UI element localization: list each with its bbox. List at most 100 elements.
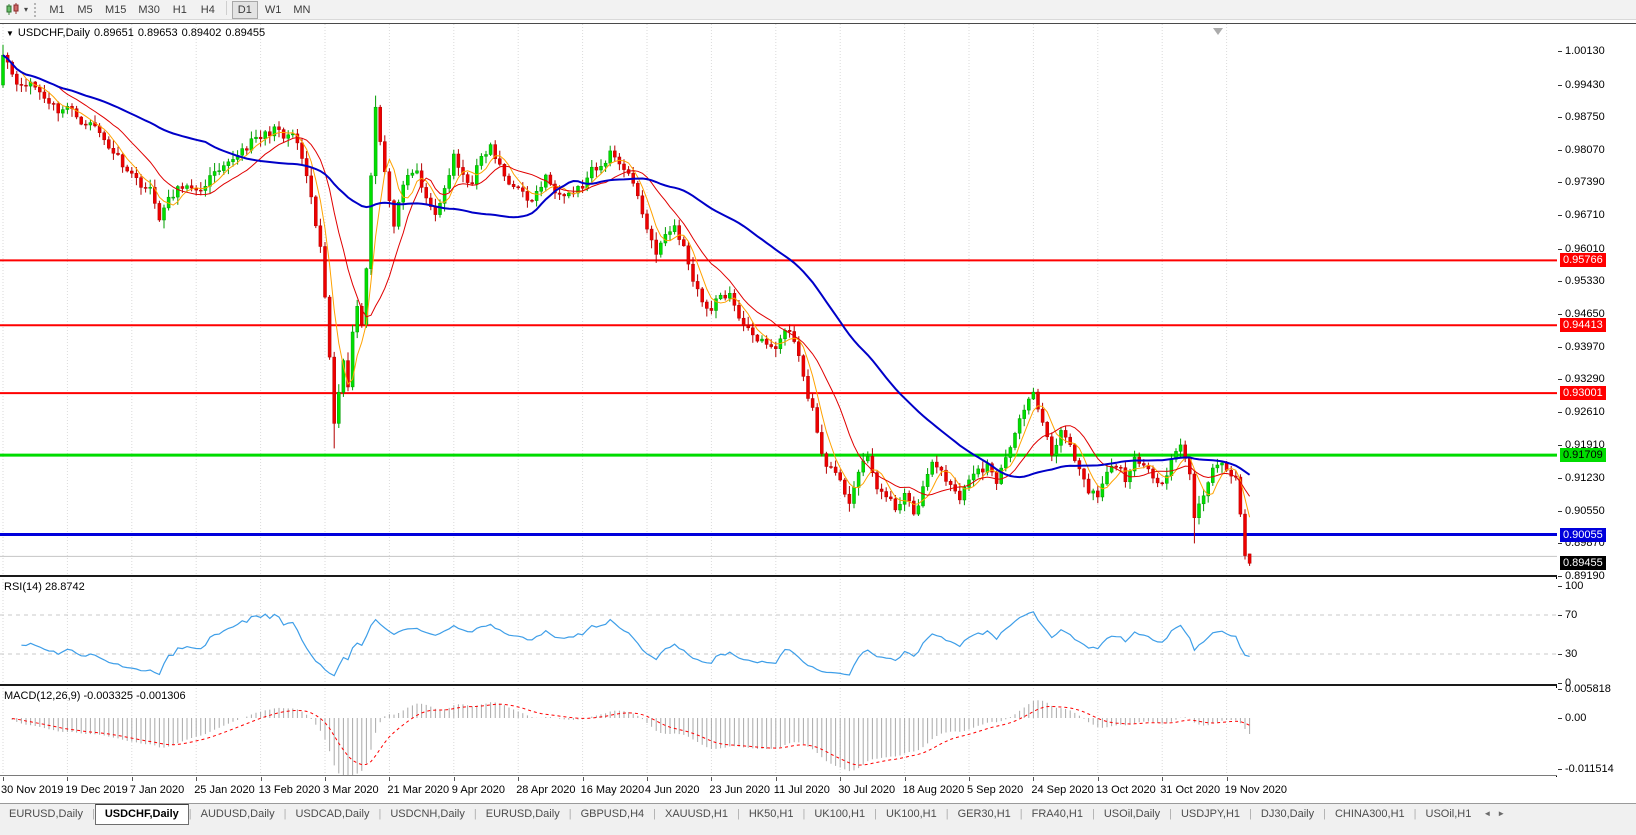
- axis-tick-label: 0.95330: [1565, 275, 1605, 288]
- timeframe-button-M5[interactable]: M5: [72, 1, 98, 19]
- chart-tab-FRA40-H1[interactable]: FRA40,H1: [1023, 805, 1092, 824]
- chart-tab-EURUSD-Daily[interactable]: EURUSD,Daily: [0, 805, 92, 824]
- timeframe-button-H4[interactable]: H4: [195, 1, 221, 19]
- axis-tick-label: 0.97390: [1565, 176, 1605, 189]
- date-label: 4 Jun 2020: [645, 784, 699, 796]
- chevron-down-icon[interactable]: ▾: [24, 5, 28, 14]
- axis-tick-mark: [1558, 117, 1562, 118]
- timeframe-button-H1[interactable]: H1: [167, 1, 193, 19]
- plot-column: ▼USDCHF,Daily0.896510.896530.894020.8945…: [0, 24, 1557, 804]
- axis-tick-label: 1.00130: [1565, 45, 1605, 58]
- axis-tick-mark: [1558, 615, 1562, 616]
- axis-tick-label: 0.005818: [1565, 683, 1611, 696]
- chart-menu-caret-icon[interactable]: ▼: [6, 29, 14, 38]
- timeframe-button-MN[interactable]: MN: [288, 1, 315, 19]
- axis-tick-mark: [1558, 689, 1562, 690]
- price-level-label: 0.95766: [1560, 253, 1606, 267]
- tab-scroll-right-icon[interactable]: ►: [1494, 804, 1508, 818]
- price-scale[interactable]: 1.001300.994300.987500.980700.973900.967…: [1558, 24, 1636, 804]
- timeframe-button-M1[interactable]: M1: [44, 1, 70, 19]
- ohlc-low: 0.89402: [182, 27, 222, 39]
- date-label: 31 Oct 2020: [1160, 784, 1220, 796]
- date-tick-mark: [196, 777, 197, 781]
- date-label: 13 Oct 2020: [1096, 784, 1156, 796]
- date-label: 30 Jul 2020: [838, 784, 895, 796]
- chart-tab-CHINA300-H1[interactable]: CHINA300,H1: [1326, 805, 1414, 824]
- chart-tab-HK50-H1[interactable]: HK50,H1: [740, 805, 803, 824]
- date-label: 7 Jan 2020: [130, 784, 184, 796]
- date-label: 3 Mar 2020: [323, 784, 379, 796]
- axis-tick-mark: [1558, 511, 1562, 512]
- date-tick-mark: [711, 777, 712, 781]
- rsi-indicator-panel: RSI(14) 28.8742: [0, 579, 1557, 686]
- date-tick-mark: [969, 777, 970, 781]
- axis-tick-mark: [1558, 543, 1562, 544]
- ohlc-close: 0.89455: [225, 27, 265, 39]
- time-scale[interactable]: 30 Nov 201919 Dec 20197 Jan 202025 Jan 2…: [0, 777, 1557, 804]
- axis-tick-mark: [1558, 586, 1562, 587]
- chart-shift-marker[interactable]: [1213, 28, 1223, 35]
- timeframe-button-M15[interactable]: M15: [100, 1, 131, 19]
- axis-tick-mark: [1558, 478, 1562, 479]
- axis-tick-mark: [1558, 215, 1562, 216]
- chart-tab-GER30-H1[interactable]: GER30,H1: [949, 805, 1020, 824]
- chart-tab-USDCAD-Daily[interactable]: USDCAD,Daily: [286, 805, 378, 824]
- chart-tab-USDJPY-H1[interactable]: USDJPY,H1: [1172, 805, 1249, 824]
- date-tick-mark: [132, 777, 133, 781]
- chart-tab-USOil-H1[interactable]: USOil,H1: [1417, 805, 1481, 824]
- date-label: 23 Jun 2020: [709, 784, 770, 796]
- date-label: 5 Sep 2020: [967, 784, 1023, 796]
- date-tick-mark: [67, 777, 68, 781]
- axis-tick-label: 30: [1565, 648, 1577, 661]
- date-label: 30 Nov 2019: [1, 784, 63, 796]
- date-tick-mark: [1033, 777, 1034, 781]
- chart-tab-XAUUSD-H1[interactable]: XAUUSD,H1: [656, 805, 737, 824]
- chart-tab-AUDUSD-Daily[interactable]: AUDUSD,Daily: [192, 805, 284, 824]
- chart-tab-USDCNH-Daily[interactable]: USDCNH,Daily: [381, 805, 474, 824]
- macd-label: MACD(12,26,9) -0.003325 -0.001306: [4, 690, 186, 702]
- axis-tick-mark: [1558, 654, 1562, 655]
- date-tick-mark: [1227, 777, 1228, 781]
- axis-tick-mark: [1558, 379, 1562, 380]
- mt4-application: ▾ M1M5M15M30H1H4 D1W1MN ▼ USDCHF,Daily 0.89…: [0, 0, 1636, 835]
- macd-canvas[interactable]: [0, 688, 1557, 776]
- chart-title: ▼USDCHF,Daily0.896510.896530.894020.8945…: [6, 27, 269, 39]
- chart-symbol-label: USDCHF,Daily: [18, 27, 90, 39]
- axis-tick-label: 0.90550: [1565, 505, 1605, 518]
- tab-scroll-left-icon[interactable]: ◄: [1480, 804, 1494, 818]
- axis-tick-label: 0.00: [1565, 712, 1586, 725]
- chart-type-icon[interactable]: [2, 2, 24, 18]
- chart-tab-USDCHF-Daily[interactable]: USDCHF,Daily: [95, 804, 189, 825]
- timeframe-button-D1[interactable]: D1: [232, 1, 258, 19]
- axis-tick-mark: [1558, 412, 1562, 413]
- axis-tick-mark: [1558, 249, 1562, 250]
- axis-tick-mark: [1558, 445, 1562, 446]
- date-label: 19 Dec 2019: [65, 784, 127, 796]
- axis-tick-label: 0.96710: [1565, 209, 1605, 222]
- chart-tab-UK100-H1[interactable]: UK100,H1: [877, 805, 946, 824]
- timeframe-buttons: M1M5M15M30H1H4 D1W1MN: [43, 1, 316, 19]
- date-tick-mark: [583, 777, 584, 781]
- date-tick-mark: [647, 777, 648, 781]
- chart-tab-GBPUSD-H4[interactable]: GBPUSD,H4: [572, 805, 654, 824]
- axis-tick-mark: [1558, 281, 1562, 282]
- price-chart-panel: ▼USDCHF,Daily0.896510.896530.894020.8945…: [0, 24, 1557, 577]
- timeframe-button-M30[interactable]: M30: [133, 1, 164, 19]
- chart-tab-USOil-Daily[interactable]: USOil,Daily: [1095, 805, 1169, 824]
- axis-tick-label: 0.91230: [1565, 472, 1605, 485]
- date-tick-mark: [3, 777, 4, 781]
- date-label: 24 Sep 2020: [1031, 784, 1093, 796]
- date-tick-mark: [905, 777, 906, 781]
- toolbar-drag-handle[interactable]: [34, 3, 39, 17]
- timeframe-button-W1[interactable]: W1: [260, 1, 287, 19]
- price-level-label: 0.90055: [1560, 528, 1606, 542]
- rsi-canvas[interactable]: [0, 579, 1557, 686]
- axis-tick-label: 0.99430: [1565, 79, 1605, 92]
- chart-tab-EURUSD-Daily[interactable]: EURUSD,Daily: [477, 805, 569, 824]
- chart-tab-DJ30-Daily[interactable]: DJ30,Daily: [1252, 805, 1323, 824]
- axis-tick-mark: [1558, 150, 1562, 151]
- price-chart-canvas[interactable]: [0, 24, 1557, 577]
- chart-tab-UK100-H1[interactable]: UK100,H1: [805, 805, 874, 824]
- ohlc-open: 0.89651: [94, 27, 134, 39]
- axis-tick-label: 0.93970: [1565, 341, 1605, 354]
